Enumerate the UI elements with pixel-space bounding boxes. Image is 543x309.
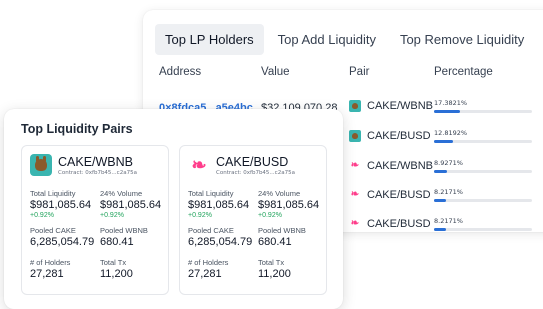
percentage-bar <box>434 228 532 231</box>
stat-label: # of Holders <box>188 258 229 267</box>
tab-top-remove-liquidity[interactable]: Top Remove Liquidity <box>390 24 534 55</box>
percentage-bar <box>434 140 532 143</box>
stat-value: $981,085.64 <box>188 199 250 211</box>
pair-name: CAKE/BUSD <box>216 154 289 169</box>
pair-name: CAKE/WBNB <box>367 100 434 112</box>
percentage-bar-fill <box>434 110 460 113</box>
column-header-pair: Pair <box>349 66 370 78</box>
percentage-bar <box>434 110 532 113</box>
stat-pooled-cake: Pooled CAKE 6,285,054.79 <box>188 226 252 248</box>
pair-cell: CAKE/BUSD <box>349 130 431 142</box>
percentage-bar <box>434 170 532 173</box>
column-header-value: Value <box>261 66 290 78</box>
percentage-bar-fill <box>434 228 447 231</box>
card-header: ❧ CAKE/BUSD Contract: 0xfb7b45...c2a75a <box>188 154 295 176</box>
stat-value: 11,200 <box>100 268 133 280</box>
stat-value: $981,085.64 <box>258 199 320 211</box>
stat-label: Total Liquidity <box>30 189 76 198</box>
uniswap-icon: ❧ <box>350 218 360 229</box>
stat-label: Pooled WBNB <box>258 226 306 235</box>
stat-value: $981,085.64 <box>100 199 162 211</box>
percentage-text: 12.8192% <box>434 129 468 137</box>
pair-card[interactable]: CAKE/WBNB Contract: 0xfb7b45...c2a75a Tota… <box>21 145 169 295</box>
percentage-cell: 17.3821% <box>434 99 532 113</box>
stat-value: 27,281 <box>30 268 64 280</box>
percentage-bar-fill <box>434 199 447 202</box>
stat-total-liquidity: Total Liquidity $981,085.64 +0.92% <box>30 189 91 219</box>
pair-name: CAKE/BUSD <box>367 130 431 142</box>
stat-holders: # of Holders 27,281 <box>30 258 70 280</box>
card-header: CAKE/WBNB Contract: 0xfb7b45...c2a75a <box>30 154 137 176</box>
stat-change: +0.92% <box>30 212 54 219</box>
stat-volume: 24% Volume $981,085.64 +0.92% <box>100 189 161 219</box>
uniswap-icon: ❧ <box>350 189 360 200</box>
pair-cell: ❧ CAKE/WBNB <box>349 160 433 172</box>
pair-cell: ❧ CAKE/BUSD <box>349 189 431 201</box>
percentage-text: 8.9271% <box>434 159 463 167</box>
top-liquidity-pairs-panel: Top Liquidity Pairs CAKE/WBNB Contract: 0… <box>4 109 343 309</box>
lp-tabs: Top LP Holders Top Add Liquidity Top Rem… <box>155 23 538 55</box>
stat-value: 27,281 <box>188 268 222 280</box>
stat-label: 24% Volume <box>258 189 301 198</box>
pancakeswap-icon <box>349 130 361 142</box>
stat-label: # of Holders <box>30 258 71 267</box>
uniswap-icon: ❧ <box>191 155 207 175</box>
stat-change: +0.92% <box>188 212 212 219</box>
stat-total-tx: Total Tx 11,200 <box>258 258 291 280</box>
percentage-text: 8.2171% <box>434 188 463 196</box>
stat-value: 6,285,054.79 <box>30 236 95 248</box>
stat-label: Total Tx <box>258 258 285 267</box>
contract-address: Contract: 0xfb7b45...c2a75a <box>58 169 137 176</box>
stat-total-tx: Total Tx 11,200 <box>100 258 133 280</box>
panel-title: Top Liquidity Pairs <box>21 122 133 136</box>
stat-pooled-wbnb: Pooled WBNB 680.41 <box>258 226 306 248</box>
percentage-bar-fill <box>434 140 453 143</box>
stat-total-liquidity: Total Liquidity $981,085.64 +0.92% <box>188 189 249 219</box>
stat-change: +0.92% <box>258 212 282 219</box>
percentage-bar-fill <box>434 170 448 173</box>
percentage-cell: 8.2171% <box>434 217 532 231</box>
pair-name: CAKE/BUSD <box>367 189 431 201</box>
stat-label: 24% Volume <box>100 189 143 198</box>
pancakeswap-icon <box>30 154 52 176</box>
pair-cell: ❧ CAKE/BUSD <box>349 218 431 230</box>
pair-name: CAKE/WBNB <box>58 154 134 169</box>
column-header-address: Address <box>159 66 202 78</box>
percentage-text: 17.3821% <box>434 99 468 107</box>
stat-volume: 24% Volume $981,085.64 +0.92% <box>258 189 319 219</box>
uniswap-icon: ❧ <box>350 160 360 171</box>
stat-change: +0.92% <box>100 212 124 219</box>
stat-value: $981,085.64 <box>30 199 92 211</box>
stat-value: 11,200 <box>258 268 291 280</box>
stat-value: 6,285,054.79 <box>188 236 253 248</box>
percentage-text: 8.2171% <box>434 217 463 225</box>
tab-top-add-liquidity[interactable]: Top Add Liquidity <box>268 24 386 55</box>
pair-name: CAKE/WBNB <box>367 160 434 172</box>
percentage-cell: 12.8192% <box>434 129 532 143</box>
pair-card[interactable]: ❧ CAKE/BUSD Contract: 0xfb7b45...c2a75a Tot… <box>179 145 327 295</box>
tab-top-lp-holders[interactable]: Top LP Holders <box>155 23 264 55</box>
percentage-bar <box>434 199 532 202</box>
stat-holders: # of Holders 27,281 <box>188 258 228 280</box>
contract-address: Contract: 0xfb7b45...c2a75a <box>216 169 295 176</box>
stat-value: 680.41 <box>100 236 134 248</box>
stat-value: 680.41 <box>258 236 292 248</box>
stat-label: Pooled WBNB <box>100 226 148 235</box>
column-header-percentage: Percentage <box>434 66 493 78</box>
pair-cell: CAKE/WBNB <box>349 100 433 112</box>
stat-label: Total Liquidity <box>188 189 234 198</box>
percentage-cell: 8.9271% <box>434 159 532 173</box>
stat-label: Pooled CAKE <box>188 226 234 235</box>
pair-name: CAKE/BUSD <box>367 218 431 230</box>
pancakeswap-icon <box>349 100 361 112</box>
stat-label: Total Tx <box>100 258 127 267</box>
stat-pooled-cake: Pooled CAKE 6,285,054.79 <box>30 226 94 248</box>
stat-pooled-wbnb: Pooled WBNB 680.41 <box>100 226 148 248</box>
percentage-cell: 8.2171% <box>434 188 532 202</box>
stat-label: Pooled CAKE <box>30 226 76 235</box>
